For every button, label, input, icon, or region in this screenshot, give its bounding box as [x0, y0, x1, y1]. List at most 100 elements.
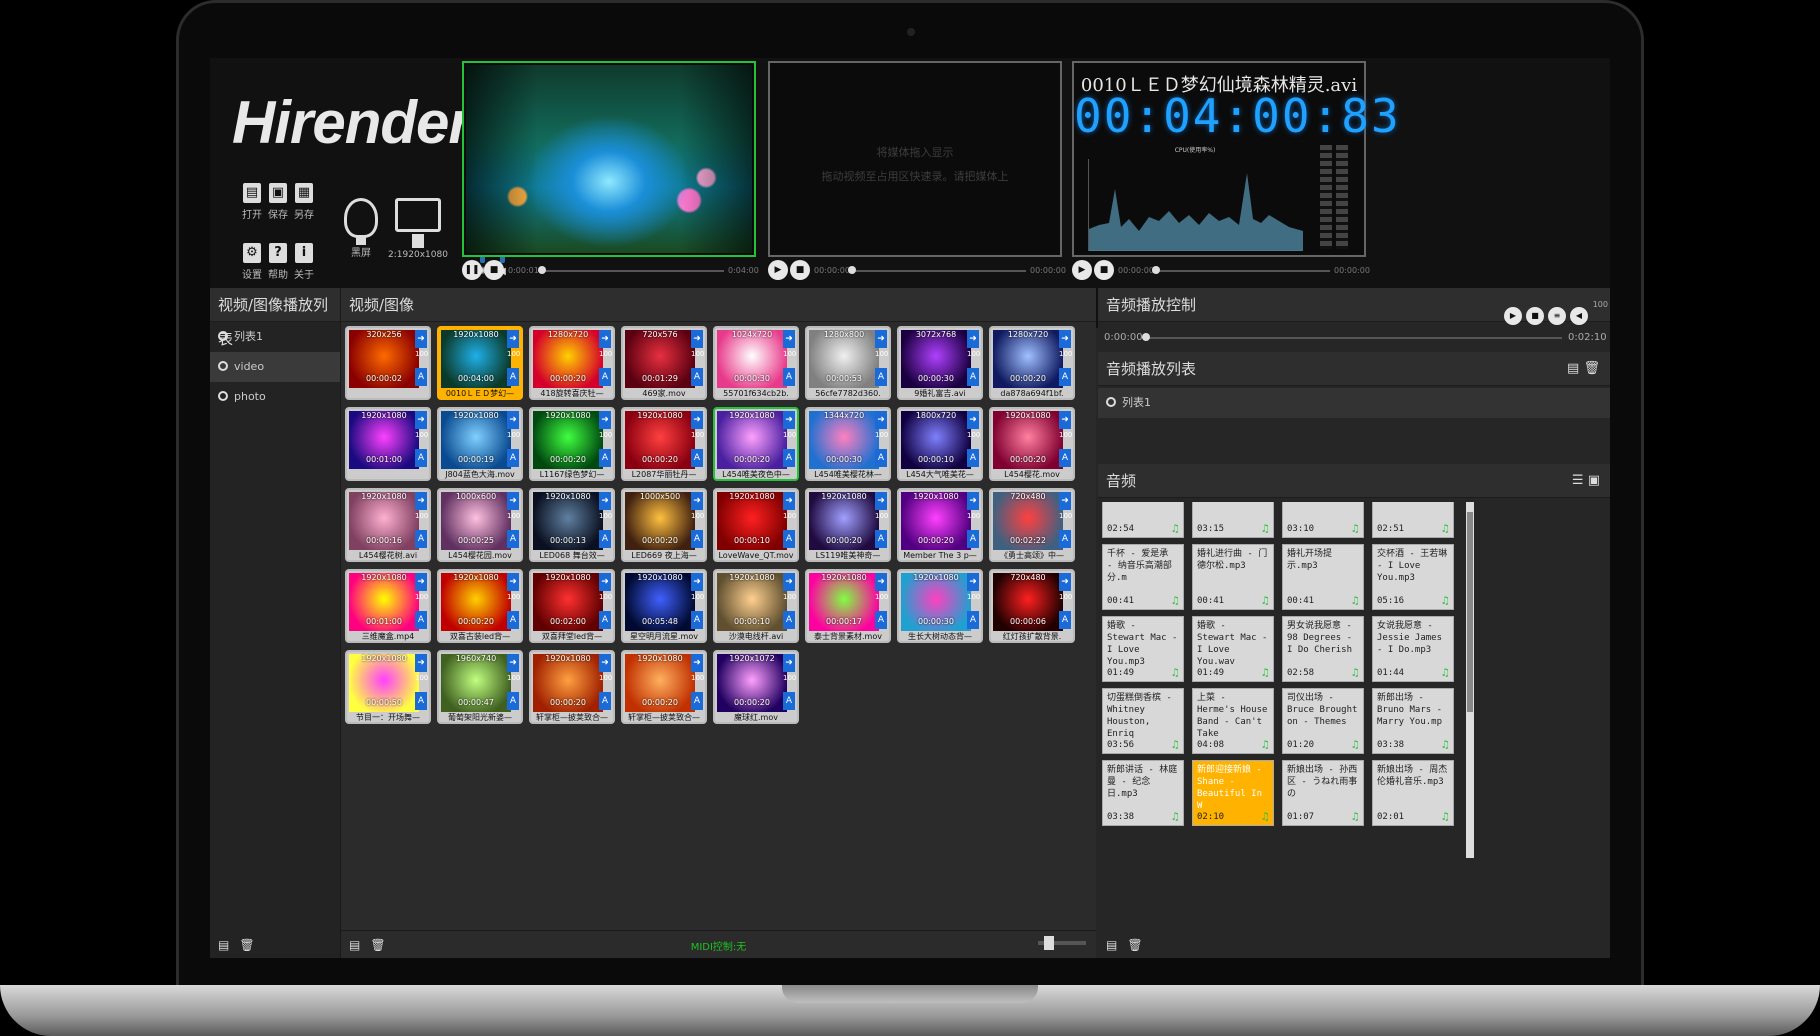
media-thumbnail[interactable]: 1920x1080 00:02:00 ➜ 100 A 双喜拜堂led背—	[529, 569, 615, 643]
media-thumbnail[interactable]: 1920x1072 00:00:20 ➜ 100 A 魔球红.mov	[713, 650, 799, 724]
seek-bar[interactable]	[1152, 270, 1330, 272]
audio-track-icon[interactable]: A	[691, 368, 703, 386]
media-thumbnail[interactable]: 1920x1080 00:00:13 ➜ 100 A LED068 舞台效—	[529, 488, 615, 562]
audio-file-card[interactable]: 03:10 ♫	[1282, 502, 1364, 538]
loop-icon[interactable]: ➜	[507, 492, 519, 510]
media-thumbnail[interactable]: 1920x1080 00:00:10 ➜ 100 A 沙漠电线杆.avi	[713, 569, 799, 643]
loop-icon[interactable]: ➜	[783, 330, 795, 348]
about-button[interactable]: i 关于	[282, 243, 326, 281]
audio-list-item[interactable]: 列表1	[1098, 388, 1610, 418]
audio-track-icon[interactable]: A	[507, 611, 519, 629]
trash-icon[interactable]: 🗑	[239, 938, 254, 952]
seek-knob[interactable]	[848, 266, 856, 274]
audio-track-icon[interactable]: A	[691, 692, 703, 710]
seek-bar[interactable]	[848, 270, 1026, 272]
audio-track-icon[interactable]: A	[599, 530, 611, 548]
preview-left[interactable]	[462, 61, 756, 257]
loop-icon[interactable]: ➜	[875, 411, 887, 429]
media-thumbnail[interactable]: 1920x1080 00:00:20 ➜ 100 A L2087华丽牡丹—	[621, 407, 707, 481]
audio-track-icon[interactable]: A	[783, 611, 795, 629]
audio-track-icon[interactable]: A	[967, 449, 979, 467]
media-thumbnail[interactable]: 1920x1080 00:01:00 ➜ 100 A 三维魔盒.mp4	[345, 569, 431, 643]
play-button[interactable]: ▶	[1072, 260, 1092, 280]
media-thumbnail[interactable]: 1920x1080 00:00:20 ➜ 100 A Member The 3 p—	[897, 488, 983, 562]
seek-bar[interactable]	[538, 270, 724, 272]
image-view-icon[interactable]: ▣	[1588, 473, 1600, 488]
audio-track-icon[interactable]: A	[875, 449, 887, 467]
loop-icon[interactable]: ➜	[415, 573, 427, 591]
audio-track-icon[interactable]: A	[1059, 449, 1071, 467]
media-thumbnail[interactable]: 1920x1080 00:00:17 ➜ 100 A 泰士背景素材.mov	[805, 569, 891, 643]
media-thumbnail[interactable]: 1920x1080 00:00:20 ➜ 100 A L1167绿色梦幻—	[529, 407, 615, 481]
play-pause-button[interactable]: ❚❚	[462, 260, 482, 280]
audio-file-card[interactable]: 婚歌 - Stewart Mac - I Love You.wav 01:49 ♫	[1192, 616, 1274, 682]
trash-icon[interactable]: 🗑	[1127, 938, 1142, 952]
media-thumbnail[interactable]: 1800x720 00:00:10 ➜ 100 A L454大气唯美花—	[897, 407, 983, 481]
loop-icon[interactable]: ➜	[783, 573, 795, 591]
media-thumbnail[interactable]: 720x480 00:00:06 ➜ 100 A 红灯孩扩散背景.	[989, 569, 1075, 643]
playlist-item-video[interactable]: video	[210, 352, 340, 382]
media-thumbnail[interactable]: 1280x720 00:00:20 ➜ 100 A 418旋转喜庆牡—	[529, 326, 615, 400]
stop-button[interactable]: ■	[1094, 260, 1114, 280]
loop-icon[interactable]: ➜	[691, 330, 703, 348]
loop-icon[interactable]: ➜	[599, 492, 611, 510]
audio-track-icon[interactable]: A	[967, 368, 979, 386]
audio-track-icon[interactable]: A	[691, 449, 703, 467]
playlist-item-photo[interactable]: photo	[210, 382, 340, 412]
seek-knob[interactable]	[538, 266, 546, 274]
new-list-icon[interactable]: ▤	[1567, 361, 1579, 376]
audio-file-card[interactable]: 新郎出场 - Bruno Mars - Marry You.mp 03:38 ♫	[1372, 688, 1454, 754]
audio-file-card[interactable]: 女说我愿意 - Jessie James - I Do.mp3 01:44 ♫	[1372, 616, 1454, 682]
media-thumbnail[interactable]: 1280x800 00:00:53 ➜ 100 A 56cfe7782d360.	[805, 326, 891, 400]
loop-icon[interactable]: ➜	[875, 573, 887, 591]
audio-track-icon[interactable]: A	[691, 611, 703, 629]
media-thumbnail[interactable]: 1920x1080 00:00:20 ➜ 100 A LS119唯美神奇—	[805, 488, 891, 562]
loop-icon[interactable]: ➜	[691, 654, 703, 672]
media-thumbnail[interactable]: 1920x1080 00:00:16 ➜ 100 A L454樱花树.avi	[345, 488, 431, 562]
loop-icon[interactable]: ➜	[415, 330, 427, 348]
media-thumbnail[interactable]: 1920x1080 00:00:19 ➜ 100 A J804蓝色大海.mov	[437, 407, 523, 481]
loop-icon[interactable]: ➜	[599, 654, 611, 672]
audio-track-icon[interactable]: A	[507, 530, 519, 548]
loop-icon[interactable]: ➜	[691, 411, 703, 429]
media-thumbnail[interactable]: 720x480 00:02:22 ➜ 100 A 《勇士高颂》中—	[989, 488, 1075, 562]
audio-file-card[interactable]: 新郎讲话 - 林庭曼 - 纪念日.mp3 03:38 ♫	[1102, 760, 1184, 826]
loop-icon[interactable]: ➜	[507, 573, 519, 591]
loop-icon[interactable]: ➜	[507, 411, 519, 429]
loop-icon[interactable]: ➜	[507, 330, 519, 348]
audio-track-icon[interactable]: A	[691, 530, 703, 548]
blackout-button[interactable]: 黑屏	[336, 198, 386, 259]
media-thumbnail[interactable]: 1920x1080 00:00:30 ➜ 100 A 生长大树动态背—	[897, 569, 983, 643]
media-thumbnail[interactable]: 1920x1080 00:00:20 ➜ 100 A 轩掌柜—披荚致合—	[529, 650, 615, 724]
loop-icon[interactable]: ➜	[967, 573, 979, 591]
new-list-icon[interactable]: ▤	[218, 938, 229, 952]
loop-icon[interactable]: ➜	[783, 492, 795, 510]
audio-track-icon[interactable]: A	[875, 368, 887, 386]
add-audio-icon[interactable]: ▤	[1106, 938, 1117, 952]
media-thumbnail[interactable]: 1920x1080 00:00:20 ➜ 100 A 轩掌柜—披荚致合—	[621, 650, 707, 724]
loop-icon[interactable]: ➜	[599, 330, 611, 348]
loop-icon[interactable]: ➜	[1059, 573, 1071, 591]
audio-track-icon[interactable]: A	[599, 368, 611, 386]
stop-button[interactable]: ■	[484, 260, 504, 280]
trash-icon[interactable]: 🗑	[1583, 361, 1600, 376]
audio-track-icon[interactable]: A	[415, 530, 427, 548]
loop-icon[interactable]: ➜	[967, 411, 979, 429]
media-thumbnail[interactable]: 1920x1080 00:05:48 ➜ 100 A 星空明月流星.mov	[621, 569, 707, 643]
loop-icon[interactable]: ➜	[415, 411, 427, 429]
loop-icon[interactable]: ➜	[967, 492, 979, 510]
loop-icon[interactable]: ➜	[599, 573, 611, 591]
audio-seek-bar[interactable]	[1142, 337, 1562, 339]
audio-track-icon[interactable]: A	[415, 611, 427, 629]
loop-icon[interactable]: ➜	[875, 492, 887, 510]
audio-track-icon[interactable]: A	[507, 692, 519, 710]
loop-icon[interactable]: ➜	[783, 411, 795, 429]
audio-track-icon[interactable]: A	[599, 692, 611, 710]
media-thumbnail[interactable]: 1920x1080 00:00:20 ➜ 100 A L454樱花.mov	[989, 407, 1075, 481]
audio-track-icon[interactable]: A	[1059, 611, 1071, 629]
media-thumbnail[interactable]: 1280x720 00:00:20 ➜ 100 Ada878a694f1bf.	[989, 326, 1075, 400]
audio-file-card[interactable]: 婚歌 - Stewart Mac - I Love You.mp3 01:49 ♫	[1102, 616, 1184, 682]
audio-seek-knob[interactable]	[1142, 333, 1150, 341]
playlist-item-list1[interactable]: 列表1	[210, 322, 340, 352]
loop-icon[interactable]: ➜	[967, 330, 979, 348]
